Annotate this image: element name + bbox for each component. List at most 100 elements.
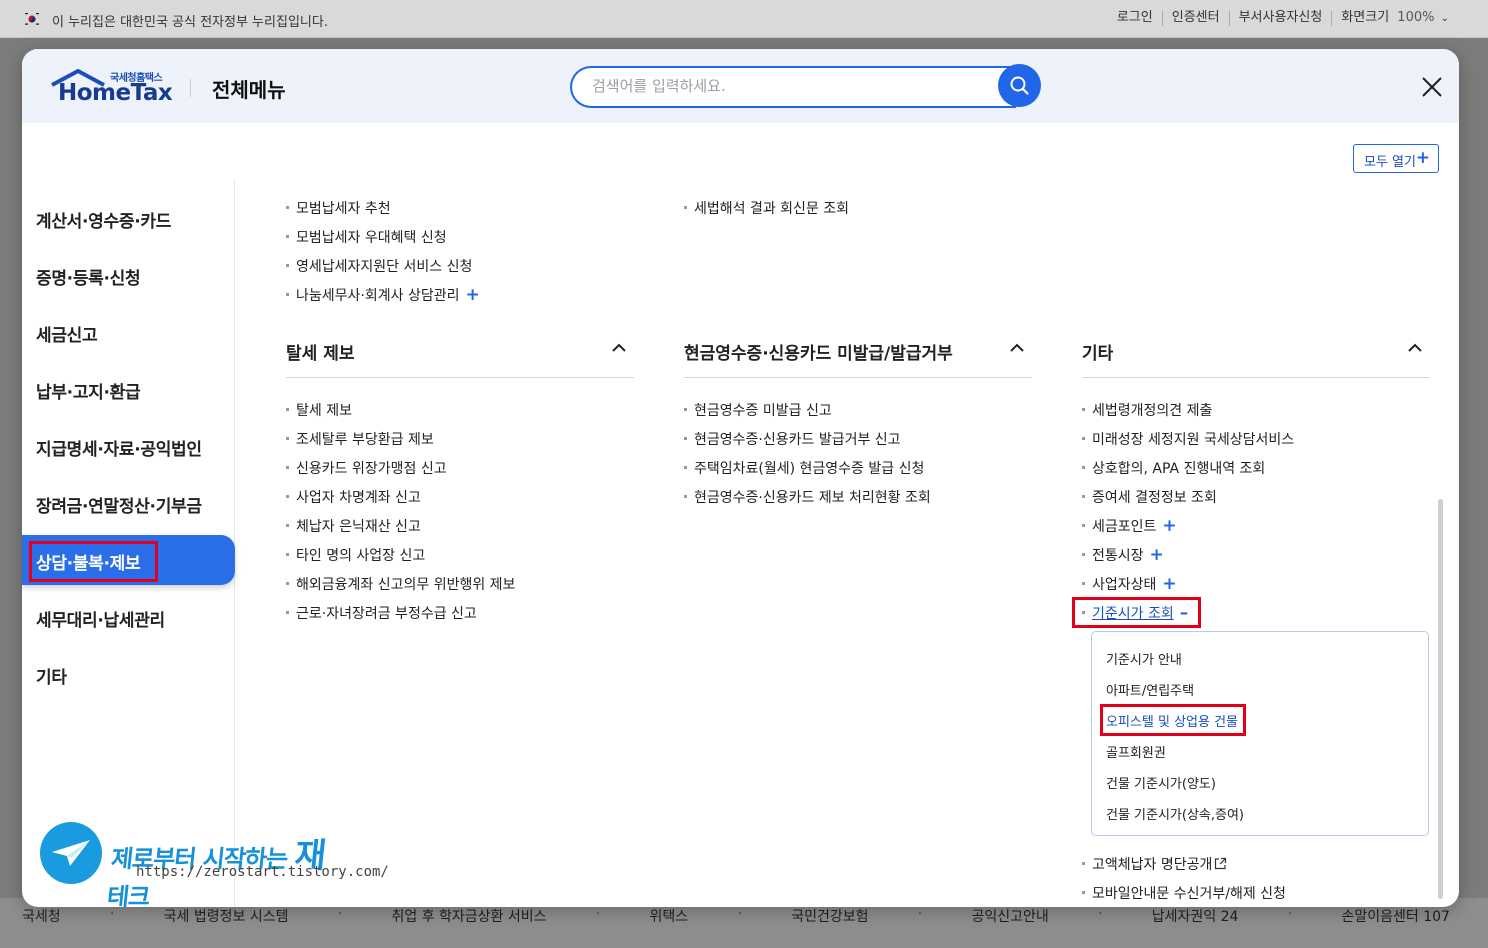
menu-link-label: 사업자상태 [1092,577,1157,593]
footer-separator: · [109,906,115,922]
nav-item-invoice[interactable]: 계산서·영수증·카드 [22,193,235,243]
screen-size-label: 화면크기 [1341,10,1390,25]
nav-item-label: 세금신고 [36,326,98,346]
footer-link[interactable]: 취업 후 학자금상환 서비스 [392,906,547,926]
chevron-up-icon[interactable] [1010,343,1024,352]
menu-link[interactable]: 현금영수증 미발급 신고 [684,400,832,420]
footer-link[interactable]: 국민건강보험 [791,906,868,926]
search-box [570,66,1016,108]
logo-main-text: HomeTax [58,80,173,106]
submenu-item[interactable]: 골프회원권 [1106,742,1166,761]
chevron-up-icon[interactable] [1408,343,1422,352]
menu-link[interactable]: 모범납세자 우대혜택 신청 [286,227,447,247]
section-divider [684,377,1032,378]
nav-item-tax-agent[interactable]: 세무대리·납세관리 [22,592,235,642]
plus-icon[interactable]: + [1162,516,1176,536]
login-link[interactable]: 로그인 [1108,11,1162,26]
footer-separator: · [595,906,601,922]
submenu-item[interactable]: 건물 기준시가(상속,증여) [1106,804,1244,823]
footer-link[interactable]: 공익신고안내 [972,906,1049,926]
plus-icon[interactable]: + [465,285,479,305]
plus-icon: + [1415,148,1430,168]
nav-item-etc[interactable]: 기타 [22,649,235,699]
menu-link[interactable]: 주택임차료(월세) 현금영수증 발급 신청 [683,458,924,478]
nav-item-tax-report[interactable]: 세금신고 [22,307,235,357]
plus-icon[interactable]: + [1162,574,1176,594]
utility-links: 로그인 인증센터 부서사용자신청 화면크기 100% ⌄ [1108,11,1458,26]
footer-link[interactable]: 국세청 [22,906,61,926]
menu-link[interactable]: 사업자 차명계좌 신고 [286,487,421,507]
menu-link[interactable]: 전통시장 + [1082,545,1164,565]
menu-link[interactable]: 타인 명의 사업장 신고 [285,545,425,565]
footer-link[interactable]: 납세자권익 24 [1152,906,1239,926]
menu-link[interactable]: 모바일안내문 수신거부/해제 신청 [1082,883,1286,903]
footer-separator: · [917,906,923,922]
submenu-item[interactable]: 아파트/연립주택 [1106,680,1194,699]
menu-link[interactable]: 현금영수증·신용카드 제보 처리현황 조회 [684,487,931,507]
watermark-url: https://zerostart.tistory.com/ [136,864,389,880]
footer-separator: · [737,906,742,922]
menu-link[interactable]: 현금영수증·신용카드 발급거부 신고 [684,429,901,449]
menu-link[interactable]: 사업자상태 + [1082,574,1177,594]
menu-link-label: 나눔세무사·회계사 상담관리 [296,288,460,304]
menu-link[interactable]: 증여세 결정정보 조회 [1082,487,1217,507]
footer-separator: · [1287,906,1293,922]
menu-link[interactable]: 해외금융계좌 신고의무 위반행위 제보 [285,574,515,594]
modal-header: 국세청홈택스 HomeTax 전체메뉴 [22,49,1459,123]
menu-link[interactable]: 나눔세무사·회계사 상담관리 + [286,285,480,305]
hometax-logo[interactable]: 국세청홈택스 HomeTax [50,67,173,107]
header-divider [190,79,191,97]
open-all-button[interactable]: 모두 열기 + [1353,144,1439,173]
submenu-item[interactable]: 건물 기준시가(양도) [1106,773,1216,792]
nav-item-statement[interactable]: 지급명세·자료·공익법인 [22,421,235,471]
menu-link[interactable]: 탈세 제보 [286,400,352,420]
nav-item-payment[interactable]: 납부·고지·환급 [22,364,235,414]
zoom-value: 100% [1397,10,1435,25]
paper-plane-icon [52,840,90,866]
plus-icon[interactable]: + [1150,545,1164,565]
footer-link[interactable]: 국세 법령정보 시스템 [164,906,289,926]
search-icon [1010,76,1029,95]
menu-content: 모범납세자 추천 모범납세자 우대혜택 신청 영세납세자지원단 서비스 신청 나… [236,179,1436,907]
blog-watermark: 제로부터 시작하는 재테크 https://zerostart.tistory.… [40,820,389,907]
external-link-icon [1215,857,1227,870]
dept-user-link[interactable]: 부서사용자신청 [1228,11,1332,26]
menu-link[interactable]: 세금포인트 + [1082,516,1177,536]
submenu-item[interactable]: 기준시가 안내 [1106,649,1182,668]
chevron-up-icon[interactable] [612,343,626,352]
search-button[interactable] [998,64,1041,107]
menu-link-label: 세금포인트 [1092,519,1157,535]
section-title[interactable]: 기타 [1082,339,1113,364]
search-input[interactable] [592,77,982,95]
nav-item-certificate[interactable]: 증명·등록·신청 [22,250,235,300]
footer-link[interactable]: 손말이음센터 107 [1341,906,1449,926]
menu-link[interactable]: 체납자 은닉재산 신고 [286,516,421,536]
menu-link[interactable]: 모범납세자 추천 [286,198,391,218]
menu-link[interactable]: 신용카드 위장가맹점 신고 [286,458,447,478]
menu-link[interactable]: 고액체납자 명단공개 [1081,854,1227,874]
section-title[interactable]: 현금영수증·신용카드 미발급/발급거부 [684,339,953,364]
cert-center-link[interactable]: 인증센터 [1161,11,1229,26]
section-divider [1082,377,1430,378]
menu-link[interactable]: 조세탈루 부당환급 제보 [286,429,434,449]
scrollbar[interactable] [1438,499,1443,899]
nav-item-label: 납부·고지·환급 [36,383,141,403]
section-title[interactable]: 탈세 제보 [286,339,354,364]
close-icon[interactable] [1420,75,1444,99]
menu-link[interactable]: 근로·자녀장려금 부정수급 신고 [286,603,477,623]
screen-size-control[interactable]: 화면크기 100% ⌄ [1331,11,1458,26]
nav-item-incentive[interactable]: 장려금·연말정산·기부금 [22,478,235,528]
menu-link[interactable]: 미래성장 세정지원 국세상담서비스 [1081,429,1294,449]
highlight-box [1072,597,1201,628]
page-title: 전체메뉴 [212,78,286,102]
footer-link[interactable]: 위택스 [650,906,689,926]
watermark-title-c: 테크 [105,883,151,907]
gov-banner-text: 이 누리집은 대한민국 공식 전자정부 누리집입니다. [52,15,328,30]
nav-item-label: 장려금·연말정산·기부금 [36,497,202,517]
nav-item-label: 세무대리·납세관리 [36,611,165,631]
menu-link[interactable]: 세법령개정의견 제출 [1081,400,1212,420]
menu-link[interactable]: 상호합의, APA 진행내역 조회 [1081,458,1265,478]
menu-link[interactable]: 영세납세자지원단 서비스 신청 [285,256,472,276]
gov-banner: 이 누리집은 대한민국 공식 전자정부 누리집입니다. 로그인 인증센터 부서사… [0,0,1488,38]
menu-link[interactable]: 세법해석 결과 회신문 조회 [683,198,849,218]
